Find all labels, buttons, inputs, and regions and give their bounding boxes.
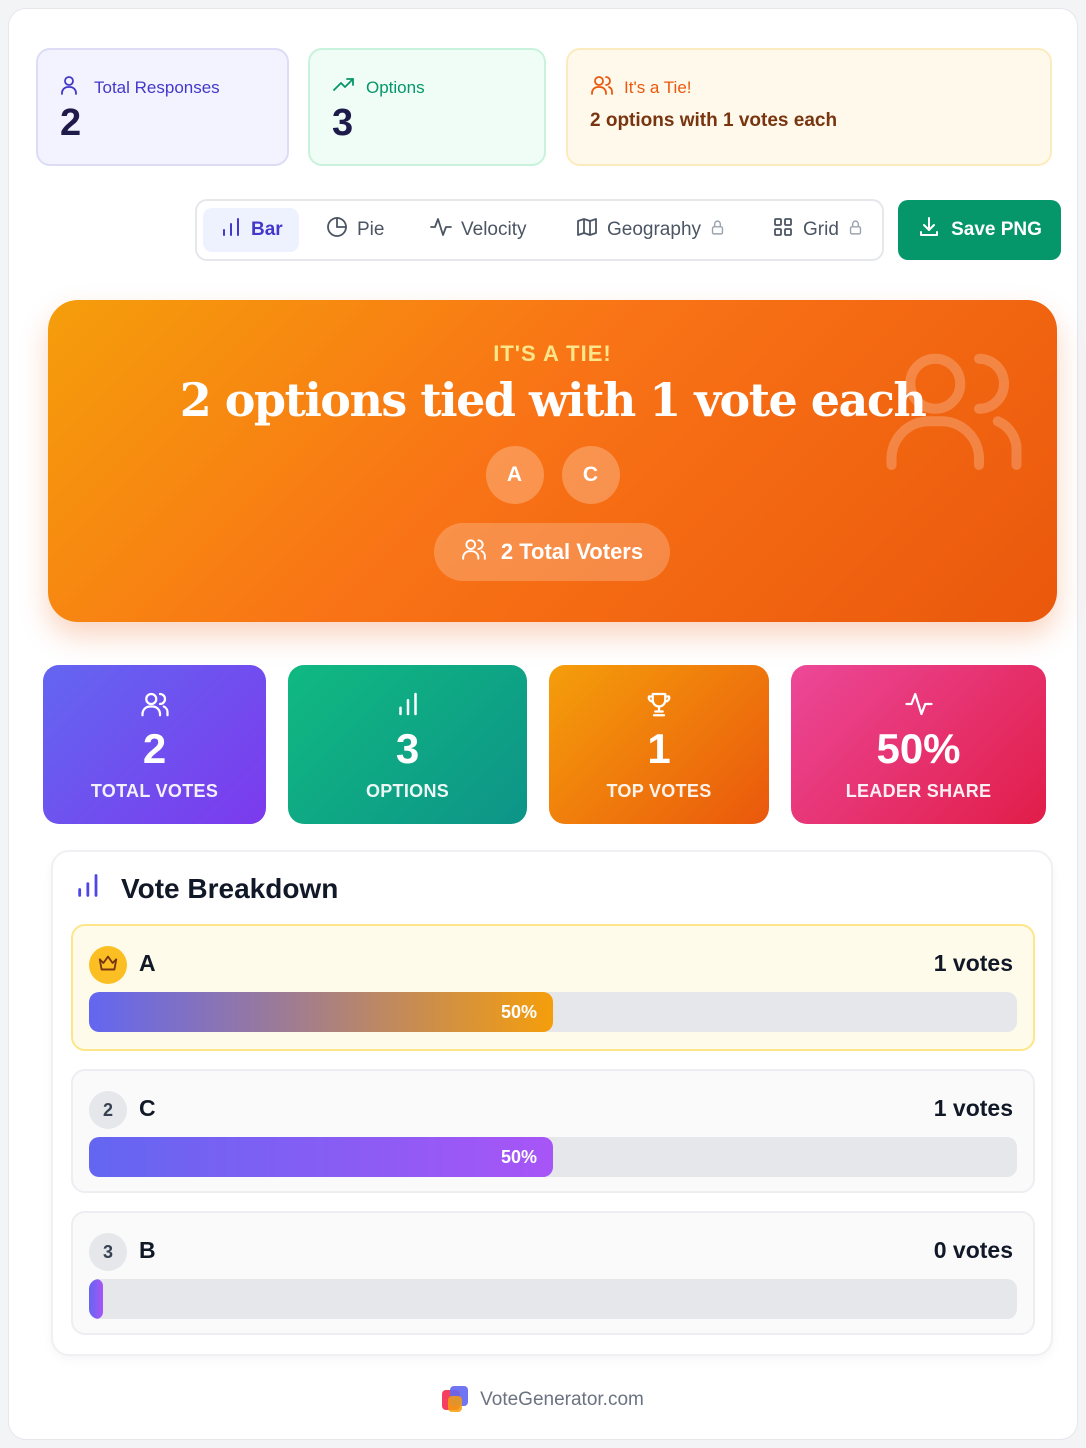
total-responses-label: Total Responses: [94, 77, 220, 97]
stat-label: TOP VOTES: [606, 781, 712, 801]
total-responses-value: 2: [60, 102, 82, 144]
options-card: Options 3: [308, 48, 546, 166]
grid-icon: [771, 215, 795, 245]
tie-label: It's a Tie!: [624, 77, 692, 97]
activity-icon: [904, 692, 933, 716]
tab-pie[interactable]: Pie: [309, 208, 400, 252]
tied-option-chip: A: [485, 446, 544, 504]
users-icon: [461, 536, 487, 568]
trophy-icon: [647, 692, 671, 717]
footer: VoteGenerator.com: [9, 1386, 1077, 1414]
brand-link[interactable]: VoteGenerator.com: [480, 1389, 644, 1411]
tab-geography-label: Geography: [607, 219, 702, 240]
stat-leader-share: 50% LEADER SHARE: [791, 665, 1046, 824]
trending-up-icon: [332, 73, 356, 102]
tied-option-chip: C: [561, 446, 620, 504]
stat-label: OPTIONS: [365, 781, 450, 801]
brand-logo-icon[interactable]: [442, 1386, 469, 1414]
map-icon: [575, 215, 599, 245]
stat-total-votes: 2 TOTAL VOTES: [43, 665, 266, 824]
option-name: A: [139, 950, 156, 976]
download-icon: [917, 215, 941, 245]
bar-chart-icon: [219, 215, 243, 245]
vote-bar-fill: [89, 1279, 103, 1319]
option-votes: 0 votes: [933, 1237, 1013, 1263]
option-name: B: [139, 1237, 156, 1263]
total-voters-label: 2 Total Voters: [500, 539, 644, 564]
vote-breakdown: Vote Breakdown A 1 votes 50% 2 C 1 votes: [51, 850, 1053, 1356]
stat-value: 3: [395, 725, 420, 772]
stat-top-votes: 1 TOP VOTES: [549, 665, 769, 824]
vote-bar-track: 50%: [89, 992, 1017, 1032]
rank-badge: 2: [89, 1091, 127, 1129]
rank-badge: [89, 946, 127, 984]
percent-label: 50%: [500, 1002, 537, 1022]
save-png-button[interactable]: Save PNG: [898, 200, 1061, 260]
activity-icon: [429, 215, 453, 245]
stat-value: 2: [142, 725, 167, 772]
pie-chart-icon: [325, 215, 349, 245]
hero-kicker: IT'S A TIE!: [493, 341, 612, 366]
tie-hero-banner: IT'S A TIE! 2 options tied with 1 vote e…: [48, 300, 1057, 622]
vote-bar-track: 50%: [89, 1137, 1017, 1177]
tied-options: A C: [48, 446, 1057, 504]
tie-text: 2 options with 1 votes each: [590, 110, 838, 131]
stat-value: 50%: [876, 725, 961, 772]
breakdown-row: A 1 votes 50%: [71, 924, 1035, 1051]
total-responses-card: Total Responses 2: [36, 48, 289, 166]
bar-chart-icon: [75, 872, 103, 905]
option-votes: 1 votes: [933, 1095, 1013, 1121]
vote-bar-fill: 50%: [89, 1137, 553, 1177]
breakdown-title: Vote Breakdown: [121, 872, 339, 904]
users-icon: [60, 73, 84, 102]
option-votes: 1 votes: [933, 950, 1013, 976]
stat-label: LEADER SHARE: [845, 781, 992, 801]
crown-icon: [97, 952, 119, 979]
lock-icon: [847, 219, 864, 242]
lock-icon: [709, 219, 726, 242]
chart-type-tabs: Bar Pie Velocity Geography Grid: [195, 199, 884, 261]
option-name: C: [139, 1095, 156, 1121]
breakdown-row: 3 B 0 votes: [71, 1211, 1035, 1335]
vote-bar-track: [89, 1279, 1017, 1319]
hero-title: 2 options tied with 1 vote each: [179, 373, 927, 427]
tab-geography[interactable]: Geography: [559, 208, 742, 252]
total-voters-pill: 2 Total Voters: [434, 523, 670, 581]
tab-grid[interactable]: Grid: [755, 208, 880, 252]
options-value: 3: [332, 102, 354, 144]
stat-value: 1: [647, 725, 671, 772]
users-icon: [140, 692, 169, 717]
tab-bar[interactable]: Bar: [203, 208, 299, 252]
vote-bar-fill: 50%: [89, 992, 553, 1032]
tab-velocity-label: Velocity: [461, 219, 527, 240]
bar-chart-icon: [398, 692, 417, 716]
rank-badge: 3: [89, 1233, 127, 1271]
stat-options: 3 OPTIONS: [288, 665, 527, 824]
tab-velocity[interactable]: Velocity: [413, 208, 542, 252]
tab-bar-label: Bar: [251, 219, 283, 240]
breakdown-row: 2 C 1 votes 50%: [71, 1069, 1035, 1193]
stat-label: TOTAL VOTES: [90, 781, 219, 801]
tab-grid-label: Grid: [803, 219, 839, 240]
users-icon: [590, 73, 614, 102]
options-label: Options: [366, 77, 425, 97]
percent-label: 50%: [500, 1147, 537, 1167]
save-png-label: Save PNG: [951, 219, 1042, 240]
tab-pie-label: Pie: [357, 219, 385, 240]
results-panel: Total Responses 2 Options 3 It's a Tie! …: [8, 8, 1078, 1440]
tie-card: It's a Tie! 2 options with 1 votes each: [566, 48, 1052, 166]
